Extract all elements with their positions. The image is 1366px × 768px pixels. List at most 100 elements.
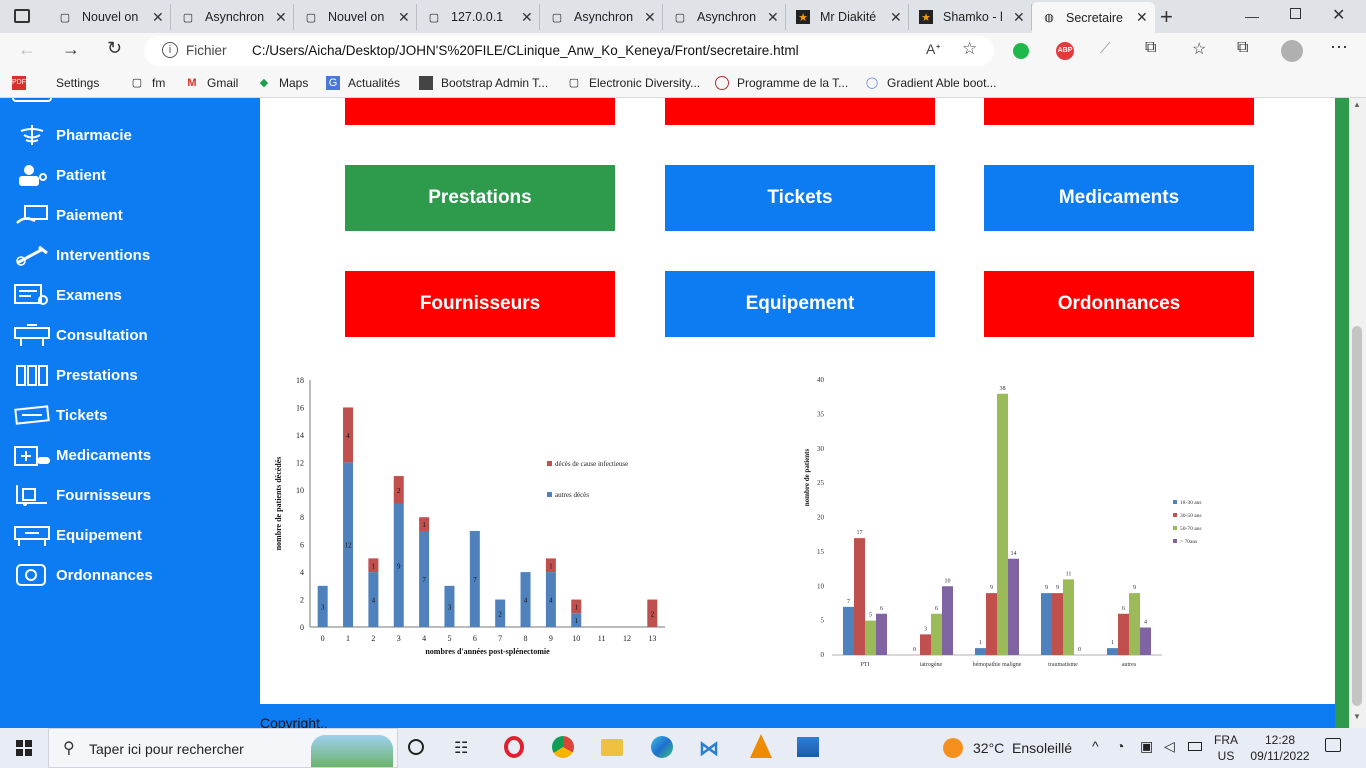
tile-partial[interactable] — [345, 98, 615, 125]
sidebar-item-prestations[interactable]: Prestations — [12, 360, 138, 390]
adblock-icon[interactable]: ABP — [1056, 42, 1074, 60]
new-tab-button[interactable]: + — [1160, 4, 1173, 30]
weather-text[interactable]: 32°C Ensoleillé — [973, 740, 1072, 756]
edge-icon[interactable] — [651, 736, 673, 758]
tile-tickets[interactable]: Tickets — [665, 165, 935, 231]
profile-avatar[interactable] — [1281, 40, 1303, 62]
tile-equipement[interactable]: Equipement — [665, 271, 935, 337]
close-icon[interactable]: ✕ — [398, 9, 410, 26]
browser-tab[interactable]: ▢ Asynchron ✕ — [540, 4, 663, 30]
minimize-button[interactable]: — — [1245, 8, 1259, 24]
bookmark-item[interactable]: ▢ fm — [130, 76, 166, 90]
collections-icon[interactable]: ⧉ — [1237, 39, 1248, 57]
browser-tab[interactable]: ▢ Asynchron ✕ — [171, 4, 294, 30]
browser-tab[interactable]: ▢ Nouvel on ✕ — [48, 4, 171, 30]
info-icon[interactable]: i — [162, 42, 178, 58]
chrome-icon[interactable] — [552, 736, 574, 758]
browser-tab-bar: ▢ Nouvel on ✕ ▢ Asynchron ✕ ▢ Nouvel on ✕ ▢ 127… — [0, 0, 1366, 33]
browser-tab[interactable]: ★ Shamko - l ✕ — [909, 4, 1032, 30]
sound-icon[interactable]: ◁ — [1164, 738, 1175, 755]
vscode-icon[interactable]: ⋈ — [699, 736, 719, 761]
sidebar-item-equipement[interactable]: Equipement — [12, 520, 142, 550]
bookmark-item[interactable]: ▢ Electronic Diversity... — [567, 76, 700, 90]
close-icon[interactable]: ✕ — [1013, 9, 1025, 26]
close-icon[interactable]: ✕ — [767, 9, 779, 26]
y-tick-label: 25 — [817, 479, 825, 487]
sidebar-item-examens[interactable]: Examens — [12, 280, 122, 310]
address-url[interactable]: C:/Users/Aicha/Desktop/JOHN'S%20FILE/CLi… — [252, 43, 799, 58]
vlc-icon[interactable] — [750, 734, 772, 758]
extensions-icon[interactable]: ⧉ — [1145, 39, 1156, 57]
sidebar-item-tickets[interactable]: Tickets — [12, 400, 107, 430]
notifications-icon[interactable] — [1325, 738, 1341, 752]
favorite-icon[interactable]: ☆ — [962, 39, 977, 59]
bookmark-item[interactable]: ◯ Gradient Able boot... — [865, 76, 997, 90]
tile-prestations[interactable]: Prestations — [345, 165, 615, 231]
sidebar-item-interventions[interactable]: Interventions — [12, 240, 150, 270]
close-icon[interactable]: ✕ — [521, 9, 533, 26]
browser-tab[interactable]: ★ Mr Diakité ✕ — [786, 4, 909, 30]
bookmark-item[interactable]: PDF Settings — [12, 76, 99, 90]
taskbar-search-field[interactable]: ⚲ Taper ici pour rechercher — [48, 728, 398, 768]
opera-icon[interactable] — [504, 736, 524, 758]
widgets-icon[interactable]: ☷ — [454, 738, 468, 758]
tile-fournisseurs[interactable]: Fournisseurs — [345, 271, 615, 337]
bookmark-item[interactable]: ◆ Maps — [257, 76, 309, 90]
close-icon[interactable]: ✕ — [1136, 9, 1148, 26]
forward-icon[interactable]: → — [62, 39, 80, 60]
network-icon[interactable]: ◔ — [1116, 738, 1124, 754]
scrollbar-thumb[interactable] — [1352, 326, 1362, 706]
file-explorer-icon[interactable] — [601, 739, 623, 756]
address-field[interactable]: i Fichier C:/Users/Aicha/Desktop/JOHN'S%… — [144, 36, 994, 66]
y-tick-label: 40 — [817, 376, 825, 384]
scroll-up-icon[interactable]: ▲ — [1353, 100, 1361, 109]
sidebar-item-pharmacie[interactable]: Pharmacie — [12, 120, 132, 150]
browser-tab[interactable]: ▢ Nouvel on ✕ — [294, 4, 417, 30]
scrollbar[interactable]: ▲ ▼ — [1349, 98, 1366, 728]
language-indicator[interactable]: FRA US — [1214, 732, 1238, 764]
close-window-button[interactable]: ✕ — [1332, 5, 1345, 25]
meet-icon[interactable]: ▣ — [1140, 738, 1153, 755]
bar-label: 9 — [1045, 585, 1048, 591]
photos-icon[interactable] — [797, 737, 819, 757]
caduceus-icon — [12, 122, 52, 148]
close-icon[interactable]: ✕ — [152, 9, 164, 26]
bar — [1008, 558, 1019, 655]
close-icon[interactable]: ✕ — [890, 9, 902, 26]
tile-partial[interactable] — [984, 98, 1254, 125]
bookmark-item[interactable]: G Actualités — [326, 76, 400, 90]
scroll-down-icon[interactable]: ▼ — [1353, 712, 1361, 721]
tab-actions-icon[interactable] — [14, 9, 30, 23]
back-icon[interactable]: ← — [18, 39, 36, 60]
extension-icon[interactable]: ⟋ — [1100, 40, 1111, 57]
sidebar-item-consultation[interactable]: Consultation — [12, 320, 148, 350]
browser-tab-active[interactable]: ◍ Secretaire ✕ — [1032, 2, 1155, 33]
tile-partial[interactable] — [665, 98, 935, 125]
favorites-icon[interactable]: ☆ — [1192, 39, 1206, 59]
refresh-icon[interactable]: ↻ — [107, 38, 122, 59]
browser-tab[interactable]: ▢ 127.0.0.1 ✕ — [417, 4, 540, 30]
tray-chevron-icon[interactable]: ^ — [1092, 738, 1099, 754]
task-view-icon[interactable] — [408, 739, 424, 755]
sidebar-item-paiement[interactable]: Paiement — [12, 200, 123, 230]
tile-medicaments[interactable]: Medicaments — [984, 165, 1254, 231]
bookmark-item[interactable]: Bootstrap Admin T... — [419, 76, 548, 90]
sidebar-item-fournisseurs[interactable]: Fournisseurs — [12, 480, 151, 510]
chart-deaths-post-splenectomy: 0246810121416180311242413924715367728494… — [274, 376, 665, 656]
menu-icon[interactable]: ⋯ — [1330, 37, 1348, 58]
bookmark-item[interactable]: M Gmail — [185, 76, 238, 90]
battery-icon[interactable] — [1188, 742, 1202, 751]
maximize-button[interactable] — [1290, 8, 1301, 19]
bookmark-item[interactable]: Programme de la T... — [715, 76, 848, 90]
extension-green-icon[interactable] — [1013, 43, 1029, 59]
read-aloud-icon[interactable]: Aᐩ — [926, 41, 941, 58]
close-icon[interactable]: ✕ — [644, 9, 656, 26]
clock[interactable]: 12:28 09/11/2022 — [1250, 732, 1310, 764]
windows-start-icon[interactable] — [16, 740, 32, 756]
browser-tab[interactable]: ▢ Asynchron ✕ — [663, 4, 786, 30]
tile-ordonnances[interactable]: Ordonnances — [984, 271, 1254, 337]
sidebar-item-ordonnances[interactable]: Ordonnances — [12, 560, 153, 590]
sidebar-item-patient[interactable]: Patient — [12, 160, 106, 190]
close-icon[interactable]: ✕ — [275, 9, 287, 26]
sidebar-item-medicaments[interactable]: Medicaments — [12, 440, 151, 470]
